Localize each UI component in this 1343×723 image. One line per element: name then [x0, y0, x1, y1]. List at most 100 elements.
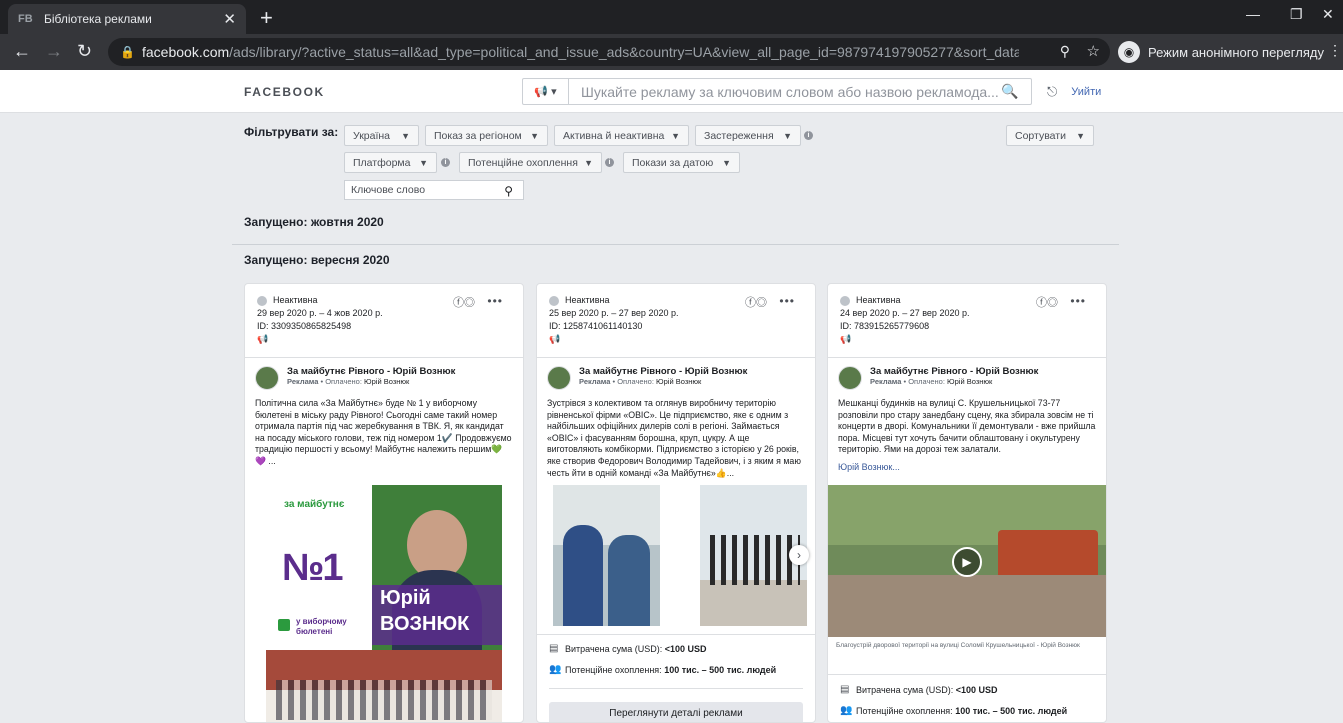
page-name[interactable]: За майбутнє Рівного - Юрій Вознюк — [870, 366, 1038, 377]
search-icon[interactable]: 🔍 — [1001, 83, 1031, 100]
platform-icons: ⓕ◎ — [745, 297, 767, 309]
logout-link[interactable]: ⎋ Уийти — [1047, 84, 1101, 100]
browser-tab-strip: FB Бібліотека реклами ✕ + — ❐ ✕ — [0, 0, 1343, 34]
platform-icons: ⓕ◎ — [1036, 297, 1058, 309]
page-name[interactable]: За майбутнє Рівного - Юрій Вознюк — [579, 366, 747, 377]
more-options-icon[interactable]: ••• — [1070, 295, 1086, 308]
browser-menu-icon[interactable]: ⋮ — [1328, 42, 1342, 59]
paid-by-label: Оплачено: — [617, 377, 654, 386]
page-name[interactable]: За майбутнє Рівного - Юрій Вознюк — [287, 366, 455, 377]
reach-value: 100 тис. – 500 тис. людей — [955, 705, 1068, 716]
spend-label: Витрачена сума (USD): — [856, 684, 954, 695]
sort-dropdown[interactable]: Сортувати ▼ — [1006, 125, 1094, 146]
filter-region[interactable]: Показ за регіоном ▼ — [425, 125, 548, 146]
more-options-icon[interactable]: ••• — [487, 295, 503, 308]
filter-disclaimer-label: Застереження — [704, 129, 774, 142]
sponsored-label: Реклама — [579, 377, 611, 386]
filter-platform[interactable]: Платформа ▼ — [344, 152, 437, 173]
minimize-icon[interactable]: — — [1246, 6, 1260, 22]
receipt-icon: ▤ — [549, 643, 559, 654]
sponsored-line: Реклама • Оплачено: Юрій Вознюк — [579, 377, 702, 386]
section-october: Запущено: жовтня 2020 — [244, 215, 384, 229]
browser-tab[interactable]: FB Бібліотека реклами ✕ — [8, 4, 246, 34]
avatar[interactable] — [838, 366, 862, 390]
incognito-icon: ◉ — [1118, 41, 1140, 63]
facebook-logo[interactable]: FACEBOOK — [244, 85, 325, 99]
chevron-down-icon: ▼ — [671, 130, 680, 141]
play-icon[interactable]: ▶ — [952, 547, 982, 577]
address-bar[interactable]: 🔒 facebook.com /ads/library/?active_stat… — [108, 38, 1110, 66]
ad-id: ID: 3309350865825498 — [257, 321, 352, 331]
close-tab-icon[interactable]: ✕ — [223, 10, 236, 28]
tab-title: Бібліотека реклами — [44, 12, 152, 26]
filter-date[interactable]: Покази за датою ▼ — [623, 152, 740, 173]
avatar[interactable] — [547, 366, 571, 390]
carousel-next-icon[interactable]: › — [789, 545, 809, 565]
check-icon — [278, 619, 290, 631]
poster-logo: за майбутнє — [284, 499, 345, 510]
ad-video[interactable]: ▶ — [828, 485, 1106, 637]
spend-row: ▤ Витрачена сума (USD): <100 USD — [549, 643, 707, 654]
video-caption: Благоустрій дворової території на вулиці… — [836, 642, 1080, 649]
url-host: facebook.com — [142, 44, 230, 60]
back-icon[interactable]: ← — [13, 42, 31, 60]
section-divider — [232, 244, 1119, 245]
close-window-icon[interactable]: ✕ — [1322, 6, 1334, 23]
paid-by-label: Оплачено: — [908, 377, 945, 386]
filter-status[interactable]: Активна й неактивна ▼ — [554, 125, 689, 146]
keyword-input[interactable]: Ключове слово ⚲ — [344, 180, 524, 200]
ad-status: Неактивна — [856, 295, 901, 305]
see-ad-details-button[interactable]: Переглянути деталі реклами — [549, 702, 803, 722]
receipt-icon: ▤ — [840, 684, 850, 695]
new-tab-icon[interactable]: + — [260, 5, 273, 31]
chevron-down-icon: ▼ — [783, 130, 792, 141]
chevron-down-icon: ▼ — [419, 157, 428, 168]
filter-country[interactable]: Україна ▼ — [344, 125, 419, 146]
reach-label: Потенційне охоплення: — [856, 705, 953, 716]
info-icon[interactable]: i — [605, 158, 614, 167]
status-icon — [840, 295, 850, 306]
reach-row: 👥 Потенційне охоплення: 100 тис. – 500 ти… — [840, 705, 1067, 716]
ad-search-input[interactable]: Шукайте рекламу за ключовим словом або н… — [569, 84, 1001, 100]
restore-icon[interactable]: ❐ — [1290, 6, 1303, 23]
ad-poster-image[interactable]: за майбутнє №1 у виборчому бюлетені Юрій… — [266, 485, 502, 722]
logout-icon: ⎋ — [1047, 84, 1058, 99]
ad-carousel[interactable]: › — [553, 485, 809, 626]
poster-name-first: Юрій — [380, 587, 431, 609]
spend-value: <100 USD — [664, 643, 707, 654]
incognito-indicator[interactable]: ◉ Режим анонімного перегляду — [1118, 40, 1324, 64]
ad-meta: Неактивна 29 вер 2020 р. – 4 жов 2020 р.… — [245, 284, 523, 358]
ad-search-bar: 📢 ▾ Шукайте рекламу за ключовим словом а… — [522, 78, 1032, 105]
poster-name-last: ВОЗНЮК — [380, 613, 470, 635]
chevron-down-icon: ▼ — [584, 157, 593, 168]
people-icon: 👥 — [840, 705, 853, 716]
filter-platform-label: Платформа — [353, 156, 411, 169]
avatar[interactable] — [255, 366, 279, 390]
spend-value: <100 USD — [955, 684, 998, 695]
incognito-label: Режим анонімного перегляду — [1148, 44, 1324, 60]
more-options-icon[interactable]: ••• — [779, 295, 795, 308]
chevron-down-icon: ▼ — [1076, 130, 1085, 141]
bookmark-star-icon[interactable]: ☆ — [1087, 42, 1100, 60]
people-icon: 👥 — [549, 664, 562, 675]
megaphone-icon: 📢 — [840, 334, 852, 344]
ad-status: Неактивна — [273, 295, 318, 305]
info-icon[interactable]: i — [804, 131, 813, 140]
ad-type-dropdown[interactable]: 📢 ▾ — [523, 79, 569, 104]
tab-favicon: FB — [18, 13, 33, 25]
ad-id: ID: 783915265779608 — [840, 321, 930, 331]
reload-icon[interactable]: ↻ — [77, 42, 92, 60]
sponsored-label: Реклама — [287, 377, 319, 386]
search-icon[interactable]: ⚲ — [504, 182, 513, 200]
sponsored-line: Реклама • Оплачено: Юрій Вознюк — [287, 377, 410, 386]
ad-page-header: За майбутнє Рівного - Юрій Вознюк Реклам… — [245, 358, 523, 390]
filter-reach[interactable]: Потенційне охоплення ▼ — [459, 152, 602, 173]
filter-disclaimer[interactable]: Застереження ▼ — [695, 125, 801, 146]
reach-label: Потенційне охоплення: — [565, 664, 662, 675]
zoom-icon[interactable]: ⚲ — [1060, 43, 1070, 60]
info-icon[interactable]: i — [441, 158, 450, 167]
url-path: /ads/library/?active_status=all&ad_type=… — [229, 44, 1020, 60]
carousel-image[interactable] — [553, 485, 660, 626]
see-more-link[interactable]: Юрій Вознюк... — [828, 456, 1106, 472]
forward-icon[interactable]: → — [45, 42, 63, 60]
